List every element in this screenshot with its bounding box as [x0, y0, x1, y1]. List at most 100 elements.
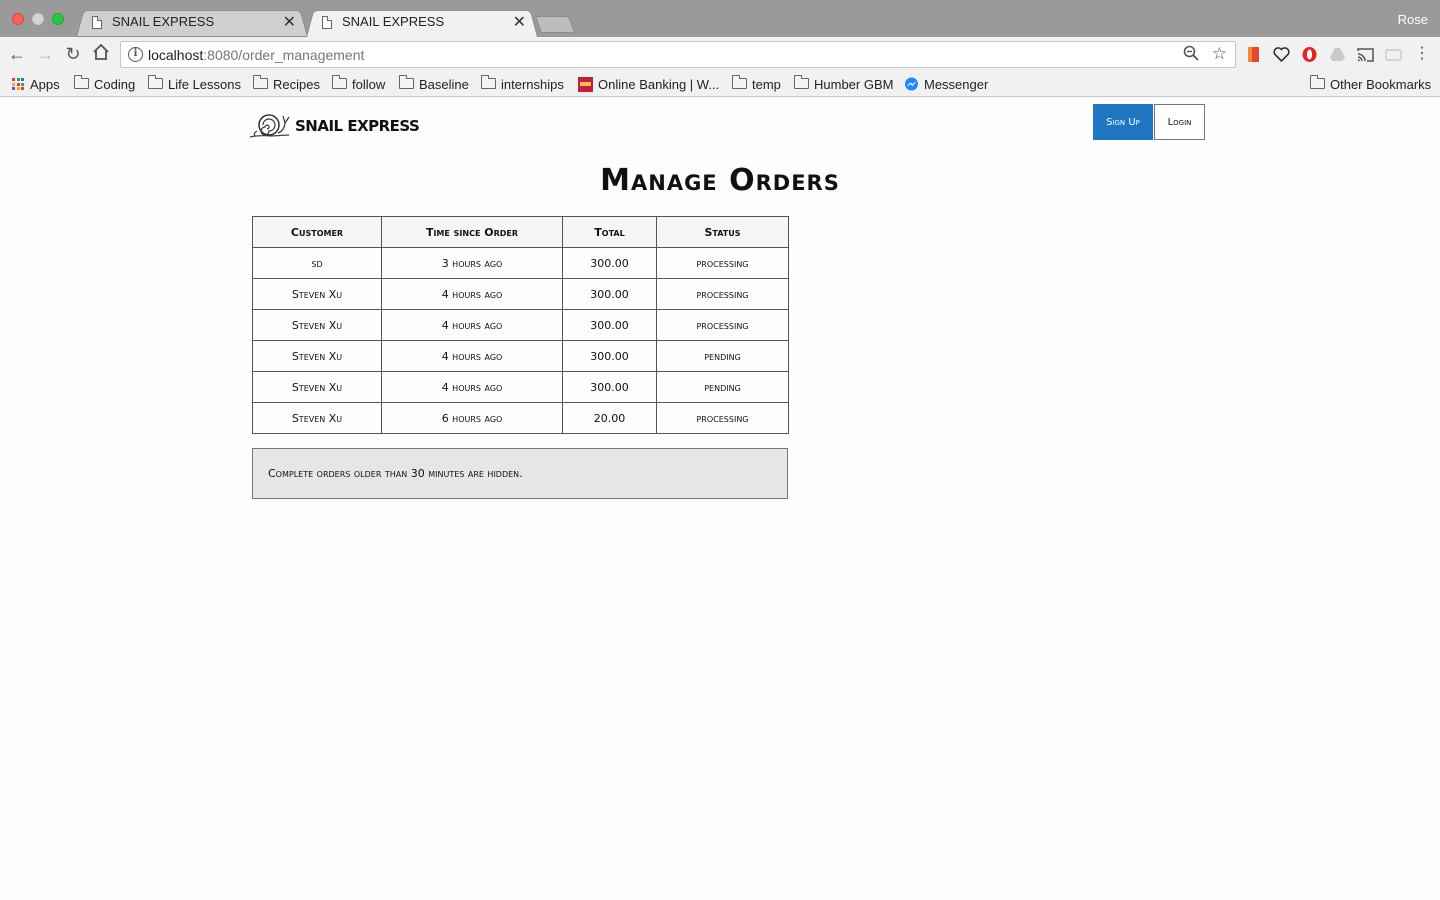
- bookmark-humber-gbm[interactable]: Humber GBM: [794, 74, 893, 93]
- table-row[interactable]: Steven Xu 4 hours ago 300.00 pending: [252, 340, 789, 372]
- status-cell: processing: [656, 309, 789, 341]
- bookmark-temp[interactable]: temp: [732, 74, 781, 93]
- column-header-total: Total: [562, 216, 657, 248]
- minimize-window-button[interactable]: [32, 13, 44, 25]
- drive-icon[interactable]: [1329, 46, 1346, 63]
- browser-toolbar: ← → ↻ i localhost:8080/order_management …: [0, 37, 1440, 71]
- extension-window-icon[interactable]: [1385, 46, 1402, 63]
- tab-title: SNAIL EXPRESS: [342, 14, 445, 29]
- document-icon: [322, 16, 332, 29]
- time-cell: 6 hours ago: [381, 402, 563, 434]
- status-cell: processing: [656, 278, 789, 310]
- time-cell: 3 hours ago: [381, 247, 563, 279]
- total-cell: 300.00: [562, 309, 657, 341]
- table-row[interactable]: Steven Xu 6 hours ago 20.00 processing: [252, 402, 789, 434]
- bookmark-baseline[interactable]: Baseline: [399, 74, 469, 93]
- folder-icon: [794, 74, 809, 89]
- table-header-row: Customer Time since Order Total Status: [252, 216, 789, 248]
- menu-dots-icon[interactable]: ⋮: [1411, 43, 1433, 65]
- table-row[interactable]: Steven Xu 4 hours ago 300.00 processing: [252, 309, 789, 341]
- customer-cell: sd: [252, 247, 382, 279]
- folder-icon: [332, 74, 347, 89]
- close-window-button[interactable]: [12, 13, 24, 25]
- customer-cell: Steven Xu: [252, 309, 382, 341]
- time-cell: 4 hours ago: [381, 340, 563, 372]
- folder-icon: [1310, 74, 1325, 89]
- folder-icon: [399, 74, 414, 89]
- total-cell: 300.00: [562, 278, 657, 310]
- status-cell: pending: [656, 371, 789, 403]
- browser-tab-2[interactable]: SNAIL EXPRESS ✕: [306, 8, 538, 37]
- time-cell: 4 hours ago: [381, 278, 563, 310]
- total-cell: 300.00: [562, 340, 657, 372]
- zoom-icon[interactable]: [1183, 45, 1199, 65]
- customer-cell: Steven Xu: [252, 371, 382, 403]
- page-title: Manage Orders: [600, 163, 840, 198]
- maximize-window-button[interactable]: [52, 13, 64, 25]
- folder-icon: [481, 74, 496, 89]
- apps-grid-icon: [12, 78, 24, 90]
- opera-icon[interactable]: [1301, 46, 1318, 63]
- address-bar[interactable]: i localhost:8080/order_management ☆: [120, 41, 1236, 68]
- page-content: SNAIL EXPRESS Sign Up Login Manage Order…: [0, 97, 1440, 900]
- bookmark-extension-icon[interactable]: [1245, 46, 1262, 63]
- total-cell: 300.00: [562, 371, 657, 403]
- folder-icon: [74, 74, 89, 89]
- bookmark-internships[interactable]: internships: [481, 74, 564, 93]
- bookmarks-bar: Apps Coding Life Lessons Recipes follow …: [0, 71, 1440, 97]
- tab-title: SNAIL EXPRESS: [112, 14, 215, 29]
- tab-close-icon[interactable]: ✕: [513, 12, 526, 32]
- login-button[interactable]: Login: [1154, 104, 1205, 140]
- folder-icon: [148, 74, 163, 89]
- document-icon: [92, 16, 102, 29]
- time-cell: 4 hours ago: [381, 309, 563, 341]
- bookmark-apps[interactable]: Apps: [12, 75, 60, 93]
- total-cell: 300.00: [562, 247, 657, 279]
- status-cell: pending: [656, 340, 789, 372]
- brand-logo[interactable]: SNAIL EXPRESS: [249, 111, 420, 141]
- url-text[interactable]: localhost:8080/order_management: [148, 47, 364, 63]
- browser-tab-1[interactable]: SNAIL EXPRESS ✕: [76, 8, 308, 37]
- column-header-time: Time since Order: [381, 216, 563, 248]
- bookmark-star-icon[interactable]: ☆: [1212, 44, 1227, 64]
- brand-name: SNAIL EXPRESS: [295, 117, 420, 135]
- cast-icon[interactable]: [1357, 46, 1374, 63]
- heart-icon[interactable]: [1273, 46, 1290, 63]
- bookmark-coding[interactable]: Coding: [74, 74, 135, 93]
- bookmark-online-banking[interactable]: Online Banking | W...: [578, 75, 719, 93]
- folder-icon: [732, 74, 747, 89]
- orders-table: Customer Time since Order Total Status s…: [252, 216, 789, 434]
- bookmark-other-bookmarks[interactable]: Other Bookmarks: [1310, 74, 1431, 93]
- customer-cell: Steven Xu: [252, 402, 382, 434]
- bookmark-recipes[interactable]: Recipes: [253, 74, 320, 93]
- info-icon[interactable]: i: [128, 47, 143, 62]
- back-arrow-icon[interactable]: ←: [6, 43, 28, 65]
- table-row[interactable]: Steven Xu 4 hours ago 300.00 pending: [252, 371, 789, 403]
- table-row[interactable]: sd 3 hours ago 300.00 processing: [252, 247, 789, 279]
- time-cell: 4 hours ago: [381, 371, 563, 403]
- customer-cell: Steven Xu: [252, 340, 382, 372]
- forward-arrow-icon[interactable]: →: [34, 43, 56, 65]
- column-header-customer: Customer: [252, 216, 382, 248]
- folder-icon: [253, 74, 268, 89]
- bookmark-follow[interactable]: follow: [332, 74, 385, 93]
- sign-up-button[interactable]: Sign Up: [1093, 104, 1153, 140]
- browser-titlebar: SNAIL EXPRESS ✕ SNAIL EXPRESS ✕ Rose: [0, 0, 1440, 37]
- bookmark-messenger[interactable]: Messenger: [904, 75, 988, 93]
- table-row[interactable]: Steven Xu 4 hours ago 300.00 processing: [252, 278, 789, 310]
- profile-name[interactable]: Rose: [1398, 12, 1428, 27]
- total-cell: 20.00: [562, 402, 657, 434]
- snail-icon: [249, 114, 290, 138]
- tab-close-icon[interactable]: ✕: [283, 12, 296, 32]
- hidden-orders-note: Complete orders older than 30 minutes ar…: [252, 448, 788, 499]
- customer-cell: Steven Xu: [252, 278, 382, 310]
- reload-icon[interactable]: ↻: [62, 43, 84, 65]
- messenger-icon: [905, 77, 918, 90]
- cibc-icon: [578, 76, 593, 92]
- home-icon[interactable]: [90, 43, 112, 65]
- status-cell: processing: [656, 247, 789, 279]
- new-tab-button[interactable]: [534, 16, 576, 33]
- column-header-status: Status: [656, 216, 789, 248]
- bookmark-life-lessons[interactable]: Life Lessons: [148, 74, 241, 93]
- status-cell: processing: [656, 402, 789, 434]
